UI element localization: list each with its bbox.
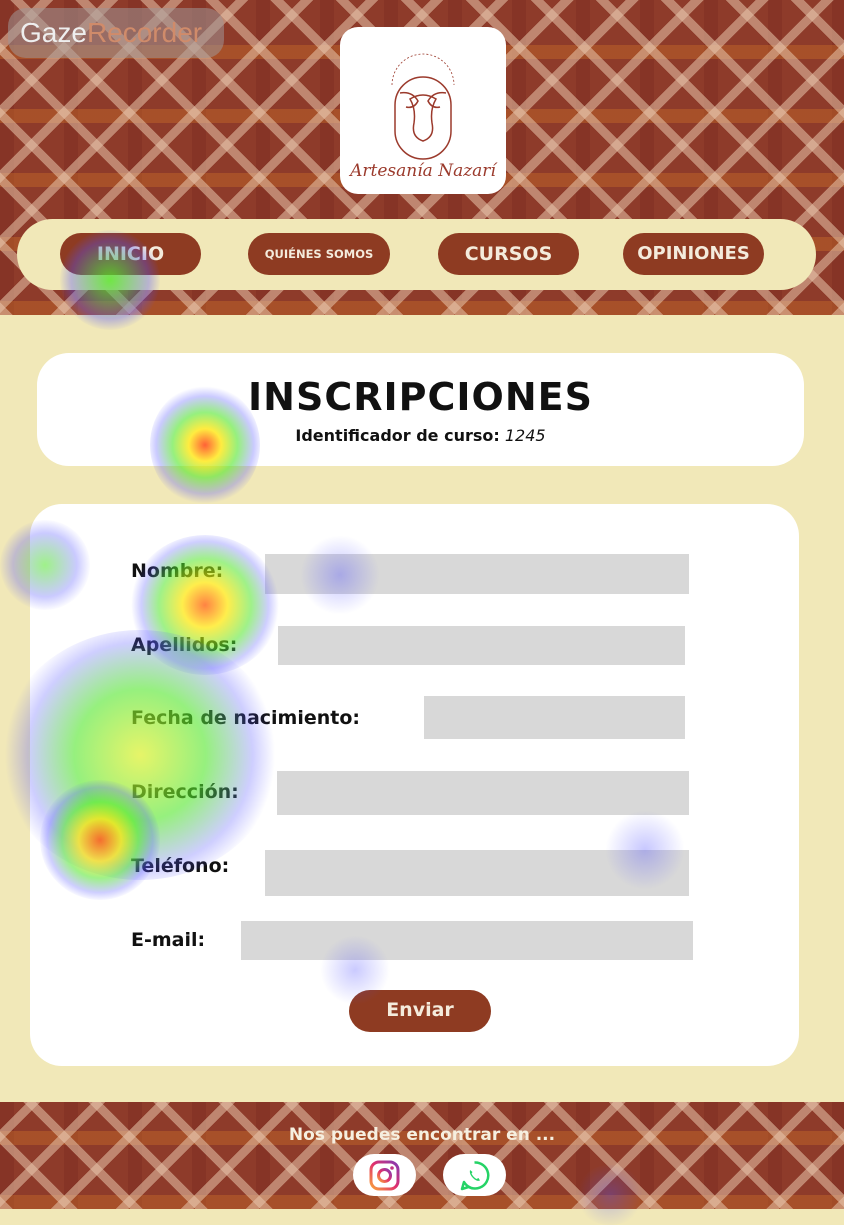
instagram-icon — [369, 1160, 400, 1191]
course-id-value: 1245 — [504, 426, 546, 445]
course-id-label: Identificador de curso: — [295, 426, 500, 445]
nombre-label: Nombre: — [131, 560, 224, 582]
email-label: E-mail: — [131, 929, 206, 951]
main-nav: INICIO QUIÉNES SOMOS CURSOS OPINIONES — [17, 219, 816, 290]
gazerecorder-watermark: GazeRecorder — [8, 8, 224, 58]
apellidos-input[interactable] — [278, 626, 685, 665]
whatsapp-button[interactable] — [443, 1154, 506, 1196]
whatsapp-icon — [460, 1161, 490, 1191]
direccion-label: Dirección: — [131, 781, 239, 803]
brand-logo[interactable]: Artesanía Nazarí — [340, 27, 506, 194]
course-id: Identificador de curso: 1245 — [37, 426, 804, 445]
title-card: INSCRIPCIONES Identificador de curso: 12… — [37, 353, 804, 466]
fecha-nacimiento-input[interactable] — [424, 696, 685, 739]
brand-logo-name: Artesanía Nazarí — [350, 161, 496, 181]
nav-quienes-somos-button[interactable]: QUIÉNES SOMOS — [248, 233, 390, 275]
footer-text: Nos puedes encontrar en ... — [288, 1125, 556, 1145]
email-input[interactable] — [241, 921, 693, 960]
instagram-button[interactable] — [353, 1154, 416, 1196]
apellidos-label: Apellidos: — [131, 634, 238, 656]
nombre-input[interactable] — [265, 554, 689, 594]
page-title: INSCRIPCIONES — [248, 375, 593, 419]
nav-inicio-button[interactable]: INICIO — [60, 233, 201, 275]
telefono-label: Teléfono: — [131, 855, 230, 877]
direccion-input[interactable] — [277, 771, 689, 815]
nav-opiniones-button[interactable]: OPINIONES — [623, 233, 764, 275]
telefono-input[interactable] — [265, 850, 689, 896]
submit-button[interactable]: Enviar — [349, 990, 491, 1032]
nav-cursos-button[interactable]: CURSOS — [438, 233, 579, 275]
fecha-nacimiento-label: Fecha de nacimiento: — [131, 707, 361, 729]
footer-pattern-background — [0, 1102, 844, 1209]
